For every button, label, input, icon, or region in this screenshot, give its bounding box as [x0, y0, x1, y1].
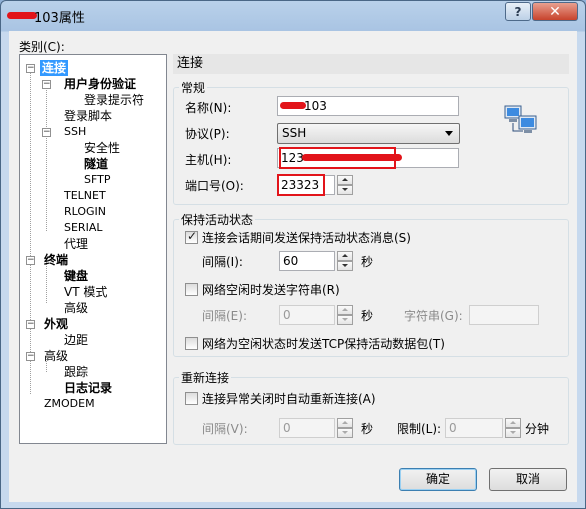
close-button[interactable]: ✕ — [532, 2, 578, 21]
tree-item-login-script[interactable]: 登录脚本 — [64, 108, 112, 124]
string-label: 字符串(G): — [404, 309, 463, 323]
idle-string-label[interactable]: 网络空闲时发送字符串(R) — [202, 281, 340, 298]
seconds-unit: 秒 — [361, 255, 374, 269]
tree-item-security[interactable]: 安全性 — [84, 140, 120, 156]
tree-item-sftp[interactable]: SFTP — [84, 172, 110, 188]
tree-item-proxy[interactable]: 代理 — [64, 236, 88, 252]
idle-interval-label: 间隔(E): — [202, 309, 247, 323]
tree-item-tunneling[interactable]: 隧道 — [84, 156, 108, 172]
tree-item-logging[interactable]: 日志记录 — [64, 380, 112, 396]
tree-connector — [46, 85, 47, 231]
limit-label: 限制(L): — [397, 422, 442, 436]
tree-item-trace[interactable]: 跟踪 — [64, 364, 88, 380]
tree-item-advanced[interactable]: 高级 — [44, 348, 68, 364]
interval-value: 60 — [283, 254, 299, 268]
idle-seconds-unit: 秒 — [361, 309, 374, 323]
tree-item-login-prompts[interactable]: 登录提示符 — [84, 92, 144, 108]
collapse-icon[interactable]: − — [26, 256, 35, 265]
port-stepper[interactable] — [337, 175, 353, 195]
collapse-icon[interactable]: − — [42, 80, 51, 89]
tree-item-terminal-advanced[interactable]: 高级 — [64, 300, 88, 316]
protocol-select[interactable]: SSH — [277, 123, 460, 144]
minutes-unit: 分钟 — [525, 422, 550, 436]
tree-item-connection[interactable]: 连接 — [40, 60, 69, 76]
redacted-mark — [280, 102, 306, 109]
reconnect-interval-field[interactable]: 0 — [279, 418, 335, 438]
reconnect-interval-label: 间隔(V): — [202, 422, 248, 436]
string-field[interactable] — [469, 305, 539, 325]
tree-item-rlogin[interactable]: RLOGIN — [64, 204, 106, 220]
tree-item-zmodem[interactable]: ZMODEM — [44, 396, 95, 412]
title-bar[interactable]: 103属性 ? ✕ — [1, 1, 585, 31]
tree-item-margin[interactable]: 边距 — [64, 332, 88, 348]
tree-item-keyboard[interactable]: 键盘 — [64, 268, 88, 284]
idle-string-checkbox[interactable] — [185, 283, 198, 296]
category-label: 类别(C): — [19, 40, 65, 54]
collapse-icon[interactable]: − — [26, 320, 35, 329]
collapse-icon[interactable]: − — [26, 64, 35, 73]
dialog-client: 类别(C): − 连接 − 用户身份验证 登录提示符 登录脚本 − SSH 安全… — [9, 31, 577, 502]
name-label: 名称(N): — [185, 101, 232, 115]
tree-item-telnet[interactable]: TELNET — [64, 188, 106, 204]
reconnect-seconds-unit: 秒 — [361, 422, 374, 436]
tcp-keepalive-checkbox[interactable] — [185, 337, 198, 350]
tree-item-user-auth[interactable]: 用户身份验证 — [64, 76, 136, 92]
redacted-mark — [7, 12, 37, 19]
category-tree[interactable]: − 连接 − 用户身份验证 登录提示符 登录脚本 − SSH 安全性 隧道 SF… — [19, 54, 167, 444]
limit-value: 0 — [449, 421, 457, 435]
protocol-label: 协议(P): — [185, 127, 230, 141]
highlight-box — [279, 147, 396, 169]
network-computers-icon — [504, 105, 537, 133]
keepalive-group-title: 保持活动状态 — [179, 211, 256, 228]
panel-title: 连接 — [173, 54, 569, 74]
tree-item-appearance[interactable]: 外观 — [44, 316, 68, 332]
limit-stepper[interactable] — [505, 418, 521, 438]
idle-interval-stepper[interactable] — [337, 305, 353, 325]
limit-field[interactable]: 0 — [445, 418, 503, 438]
collapse-icon[interactable]: − — [42, 128, 51, 137]
reconnect-interval-stepper[interactable] — [337, 418, 353, 438]
port-label: 端口号(O): — [185, 179, 244, 193]
idle-interval-field[interactable]: 0 — [279, 305, 335, 325]
tcp-keepalive-label[interactable]: 网络为空闲状态时发送TCP保持活动数据包(T) — [202, 335, 445, 352]
name-field[interactable]: 103 — [277, 96, 459, 116]
send-keepalive-label[interactable]: 连接会话期间发送保持活动状态消息(S) — [202, 229, 411, 246]
tree-item-ssh[interactable]: SSH — [64, 124, 86, 140]
idle-interval-value: 0 — [283, 308, 291, 322]
tree-item-vt-mode[interactable]: VT 模式 — [64, 284, 107, 300]
chevron-down-icon — [445, 131, 453, 136]
general-group-title: 常规 — [179, 79, 208, 96]
properties-dialog: 103属性 ? ✕ 类别(C): − 连接 − 用户身份验证 登录提示符 登录脚… — [0, 0, 586, 509]
tree-connector — [30, 68, 31, 394]
tree-item-serial[interactable]: SERIAL — [64, 220, 102, 236]
send-keepalive-checkbox[interactable] — [185, 229, 198, 244]
protocol-value: SSH — [282, 126, 307, 140]
tree-item-terminal[interactable]: 终端 — [44, 252, 68, 268]
auto-reconnect-label[interactable]: 连接异常关闭时自动重新连接(A) — [202, 390, 376, 407]
interval-stepper[interactable] — [337, 251, 353, 271]
host-label: 主机(H): — [185, 153, 232, 167]
cancel-button[interactable]: 取消 — [489, 468, 567, 491]
help-button[interactable]: ? — [505, 2, 531, 21]
reconnect-group-title: 重新连接 — [179, 369, 232, 386]
auto-reconnect-checkbox[interactable] — [185, 392, 198, 405]
highlight-box — [277, 174, 325, 196]
name-value: 103 — [304, 99, 327, 113]
reconnect-interval-value: 0 — [283, 421, 291, 435]
ok-button[interactable]: 确定 — [399, 468, 477, 491]
interval-label: 间隔(I): — [202, 255, 243, 269]
window-title: 103属性 — [34, 11, 85, 26]
collapse-icon[interactable]: − — [26, 352, 35, 361]
interval-field[interactable]: 60 — [279, 251, 335, 271]
